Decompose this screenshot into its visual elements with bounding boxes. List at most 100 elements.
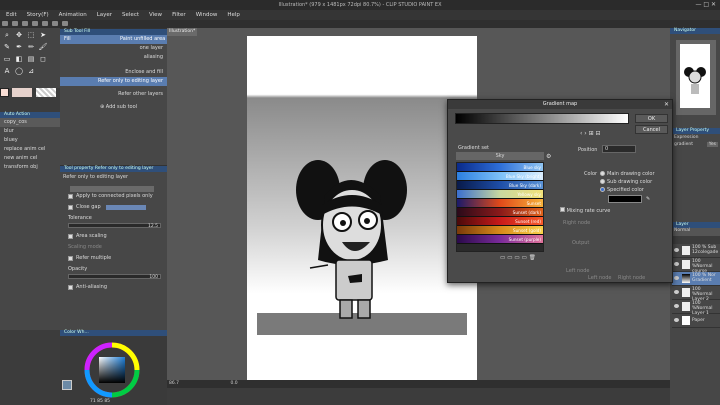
gradient-item[interactable]: Blue Sky (dark) (457, 181, 543, 190)
auto-action-item[interactable]: replace anim cel (0, 145, 60, 154)
eyedropper-icon[interactable]: ✎ (646, 196, 650, 202)
gradient-item[interactable]: Sunset (gold) (457, 226, 543, 235)
menu-select[interactable]: Select (122, 10, 139, 20)
new-file-icon[interactable] (2, 21, 8, 26)
close-gap-row[interactable]: Close gap (60, 202, 167, 213)
gradient-item[interactable]: Sunset (457, 199, 543, 208)
gradient-item[interactable]: Yellowy sky (457, 190, 543, 199)
blend-mode-select[interactable]: Normal (672, 228, 720, 236)
eye-icon[interactable] (674, 262, 679, 266)
redo-icon[interactable] (42, 21, 48, 26)
eye-icon[interactable] (674, 290, 679, 294)
menu-window[interactable]: Window (196, 10, 218, 20)
main-color-radio-row[interactable]: Main drawing color (600, 171, 655, 177)
auto-action-item[interactable]: blur (0, 127, 60, 136)
sub-color-radio-row[interactable]: Sub drawing color (600, 179, 652, 185)
sub-tool-item[interactable]: Refer only to editing layer (60, 77, 167, 86)
fill-tool-icon[interactable]: ◧ (14, 54, 24, 64)
auto-action-item[interactable]: bluey (0, 136, 60, 145)
undo-icon[interactable] (32, 21, 38, 26)
gradient-value[interactable]: Yes (706, 142, 718, 147)
mixing-curve-row[interactable]: Mixing rate curve (560, 207, 610, 214)
auto-action-item[interactable]: new anim cel (0, 154, 60, 163)
transform-icon[interactable] (62, 21, 68, 26)
specified-color-radio-row[interactable]: Specified color (600, 187, 644, 193)
gradient-list[interactable]: Blue sky Blue Sky (bright) Blue Sky (dar… (456, 162, 544, 252)
anti-aliasing-row[interactable]: Anti-aliasing (60, 282, 167, 293)
specified-color-radio[interactable] (600, 187, 605, 192)
ruler-tool-icon[interactable]: ⊿ (26, 66, 36, 76)
main-color-swatch[interactable] (0, 88, 9, 97)
position-input[interactable]: 0 (602, 145, 636, 153)
save-icon[interactable] (22, 21, 28, 26)
transparent-swatch[interactable] (36, 88, 56, 97)
opacity-slider[interactable]: 100 (68, 274, 161, 280)
eye-icon[interactable] (674, 248, 679, 252)
clear-icon[interactable] (52, 21, 58, 26)
menu-view[interactable]: View (149, 10, 162, 20)
auto-action-select[interactable]: copy_cos (0, 118, 60, 127)
apply-connected-checkbox[interactable] (68, 194, 73, 199)
gradient-item[interactable]: Sunset (red) (457, 217, 543, 226)
menu-animation[interactable]: Animation (59, 10, 87, 20)
sub-tool-item[interactable]: Enclose and fill (60, 68, 167, 77)
gradient-set-select[interactable]: Sky (456, 152, 544, 160)
mixing-curve-checkbox[interactable] (560, 207, 565, 212)
refer-multiple-checkbox[interactable] (68, 256, 73, 261)
menu-help[interactable]: Help (227, 10, 240, 20)
layer-row-selected[interactable]: 100 % Nor Gradient (672, 272, 720, 286)
gradient-item[interactable]: Blue sky (457, 163, 543, 172)
settings-icon[interactable]: ⚙ (546, 153, 551, 160)
sub-tool-item[interactable]: one layer (60, 44, 167, 53)
pen-tool-icon[interactable]: ✒ (14, 42, 24, 52)
menu-edit[interactable]: Edit (6, 10, 17, 20)
sub-tool-item[interactable]: aliasing (60, 53, 167, 62)
gradient-tool-icon[interactable]: ▤ (26, 54, 36, 64)
node-nav-icons[interactable]: ‹ › ⊞ ⊟ (580, 130, 601, 137)
pencil-tool-icon[interactable]: ✏ (26, 42, 36, 52)
anti-aliasing-checkbox[interactable] (68, 285, 73, 290)
close-gap-size-selector[interactable] (105, 205, 146, 210)
zoom-readout[interactable]: 86.7 (169, 381, 179, 386)
auto-action-item[interactable]: transform obj (0, 163, 60, 172)
select-tool-icon[interactable]: ⬚ (26, 30, 36, 40)
eye-icon[interactable] (674, 304, 679, 308)
ok-button[interactable]: OK (635, 114, 668, 123)
apply-connected-row[interactable]: Apply to connected pixels only (60, 191, 167, 202)
operation-tool-icon[interactable]: ➤ (38, 30, 48, 40)
move-tool-icon[interactable]: ✥ (14, 30, 24, 40)
gradient-item[interactable]: Sunset (dark) (457, 208, 543, 217)
sub-tool-item-fill[interactable]: Fill Paint unfilled area (60, 35, 167, 44)
zoom-tool-icon[interactable]: ⌕ (2, 30, 12, 40)
window-controls[interactable]: — □ ✕ (695, 0, 716, 10)
close-icon[interactable]: ✕ (664, 100, 669, 109)
text-tool-icon[interactable]: A (2, 66, 12, 76)
cancel-button[interactable]: Cancel (635, 125, 668, 134)
gradient-list-toolbar[interactable]: ▭▭▭▭🗑 (500, 255, 538, 261)
area-scaling-checkbox[interactable] (68, 234, 73, 239)
rotate-readout[interactable]: 0.0 (230, 381, 237, 386)
eyedropper-icon[interactable]: ✎ (2, 42, 12, 52)
layer-row[interactable]: 100 %Normal Layer 2 (672, 286, 720, 302)
color-wheel[interactable] (84, 342, 140, 398)
layer-row[interactable]: Paper (672, 314, 720, 328)
menu-layer[interactable]: Layer (97, 10, 112, 20)
add-sub-tool-button[interactable]: ⊕ Add sub tool (60, 103, 167, 112)
balloon-tool-icon[interactable]: ◯ (14, 66, 24, 76)
sub-color-radio[interactable] (600, 179, 605, 184)
layer-row[interactable]: 100 % Sub 12colegade (672, 244, 720, 258)
canvas-tab[interactable]: Illustration* (167, 28, 197, 36)
eraser-tool-icon[interactable]: ▭ (2, 54, 12, 64)
layer-row[interactable]: 100 %Normalcourse (672, 258, 720, 274)
gradient-preview-bar[interactable] (455, 113, 629, 124)
tolerance-slider[interactable]: 12.5 (68, 223, 161, 229)
brush-tool-icon[interactable]: 🖌 (38, 42, 48, 52)
specified-color-swatch[interactable] (608, 195, 642, 203)
gradient-row[interactable]: gradient Yes (672, 141, 720, 148)
layer-row[interactable]: 100 %Normal Layer 1 (672, 300, 720, 316)
area-scaling-row[interactable]: Area scaling (60, 231, 167, 242)
open-file-icon[interactable] (12, 21, 18, 26)
sub-color-swatch[interactable] (12, 88, 32, 97)
gradient-item[interactable]: Blue Sky (bright) (457, 172, 543, 181)
close-gap-checkbox[interactable] (68, 205, 73, 210)
